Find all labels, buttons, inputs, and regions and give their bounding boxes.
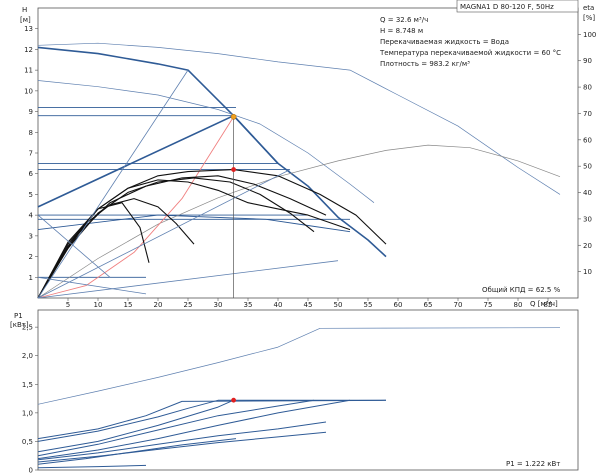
h-axis-label: H [22, 6, 27, 14]
x-tick-label: 5 [66, 301, 70, 309]
eta-tick-label: 90 [583, 57, 592, 65]
series-eff_curve [37, 177, 315, 299]
h-tick-label: 3 [29, 232, 33, 240]
p-tick-label: 1,5 [22, 381, 33, 389]
series-hq_thin_lower [37, 80, 375, 203]
x-tick-label: 35 [244, 301, 253, 309]
x-tick-label: 25 [184, 301, 193, 309]
x-tick-label: 85 [544, 301, 553, 309]
x-tick-label: 50 [334, 301, 343, 309]
series-hq_max [37, 46, 387, 258]
series-p_curve [37, 464, 147, 469]
p-tick-label: 0 [29, 467, 33, 474]
series-hq_prop [37, 114, 279, 208]
series-eff_curve [37, 175, 327, 299]
bottom-tick-group: 0 0,5 1,0 1,5 2,0 2,5 [22, 324, 38, 474]
x-tick-label: 45 [304, 301, 313, 309]
h-tick-label: 8 [29, 129, 33, 137]
h-tick-label: 1 [29, 274, 33, 282]
eta-tick-label: 20 [583, 242, 592, 250]
h-tick-label: 4 [29, 212, 34, 220]
series-p_max [37, 327, 561, 405]
h-tick-label: 9 [29, 108, 33, 116]
speed-line [37, 214, 111, 278]
series-p_curve [37, 399, 351, 460]
x-tick-label: 15 [124, 301, 133, 309]
power-note: P1 = 1.222 кВт [506, 460, 560, 468]
info-line-density: Плотность = 983.2 кг/м³ [380, 60, 470, 68]
p-tick-label: 0,5 [22, 438, 33, 446]
p-axis-label: P1 [14, 312, 23, 320]
duty-point-marker [230, 113, 237, 120]
x-tick-label: 30 [214, 301, 223, 309]
speed-line [37, 260, 339, 299]
top-tick-group: 5 10 15 20 25 30 35 40 45 50 55 60 65 70 75 80 851234567… [24, 25, 596, 309]
h-tick-label: 12 [24, 46, 33, 54]
x-tick-label: 40 [274, 301, 283, 309]
h-tick-label: 2 [29, 253, 33, 261]
model-label: MAGNA1 D 80-120 F, 50Hz [460, 3, 554, 11]
x-tick-label: 55 [364, 301, 373, 309]
eta-tick-label: 10 [583, 268, 592, 276]
h-tick-label: 10 [24, 87, 33, 95]
p-tick-label: 2,5 [22, 324, 33, 332]
h-tick-label: 13 [24, 25, 33, 33]
info-line-liquid: Перекачиваемая жидкость = Вода [380, 38, 509, 46]
eta-tick-label: 100 [583, 31, 596, 39]
eta-tick-label: 70 [583, 110, 592, 118]
x-tick-label: 65 [424, 301, 433, 309]
eta-tick-label: 40 [583, 189, 592, 197]
p-tick-label: 1,0 [22, 409, 33, 417]
info-line-head: H = 8.748 м [380, 27, 423, 35]
x-tick-label: 20 [154, 301, 163, 309]
x-tick-label: 10 [94, 301, 103, 309]
series-p_curve [37, 421, 327, 461]
eta-tick-label: 50 [583, 163, 592, 171]
eta-tick-label: 60 [583, 136, 592, 144]
power-point-marker [231, 397, 237, 403]
h-axis-unit: [м] [20, 16, 31, 24]
h-tick-label: 6 [29, 170, 34, 178]
h-tick-label: 7 [29, 150, 33, 158]
eta-axis-label: eta [583, 4, 594, 12]
x-tick-label: 75 [484, 301, 493, 309]
x-tick-label: 80 [514, 301, 523, 309]
series-eta_curve [37, 144, 561, 299]
eta-axis-unit: [%] [583, 14, 595, 22]
eta-tick-label: 80 [583, 84, 592, 92]
series-p_curve [37, 399, 386, 442]
info-line-flow: Q = 32.6 м³/ч [380, 16, 428, 24]
eta-tick-label: 30 [583, 215, 592, 223]
h-tick-label: 11 [24, 67, 33, 75]
efficiency-note: Общий КПД = 62.5 % [482, 286, 561, 294]
bottom-series-group [37, 327, 561, 469]
x-tick-label: 60 [394, 301, 403, 309]
h-tick-label: 5 [29, 191, 33, 199]
series-eff_curve [37, 179, 351, 299]
top-series-group [37, 42, 561, 299]
p-tick-label: 2,0 [22, 352, 33, 360]
efficiency-point-marker [231, 167, 237, 172]
x-tick-label: 70 [454, 301, 463, 309]
pump-performance-chart: MAGNA1 D 80-120 F, 50Hz Q = 32.6 м³/ч H … [10, 0, 596, 474]
info-line-temperature: Температура перекачиваемой жидкости = 60… [379, 49, 561, 57]
speed-line [37, 69, 189, 299]
series-hq_max_thin [37, 42, 561, 195]
series-system_curve [37, 116, 234, 299]
